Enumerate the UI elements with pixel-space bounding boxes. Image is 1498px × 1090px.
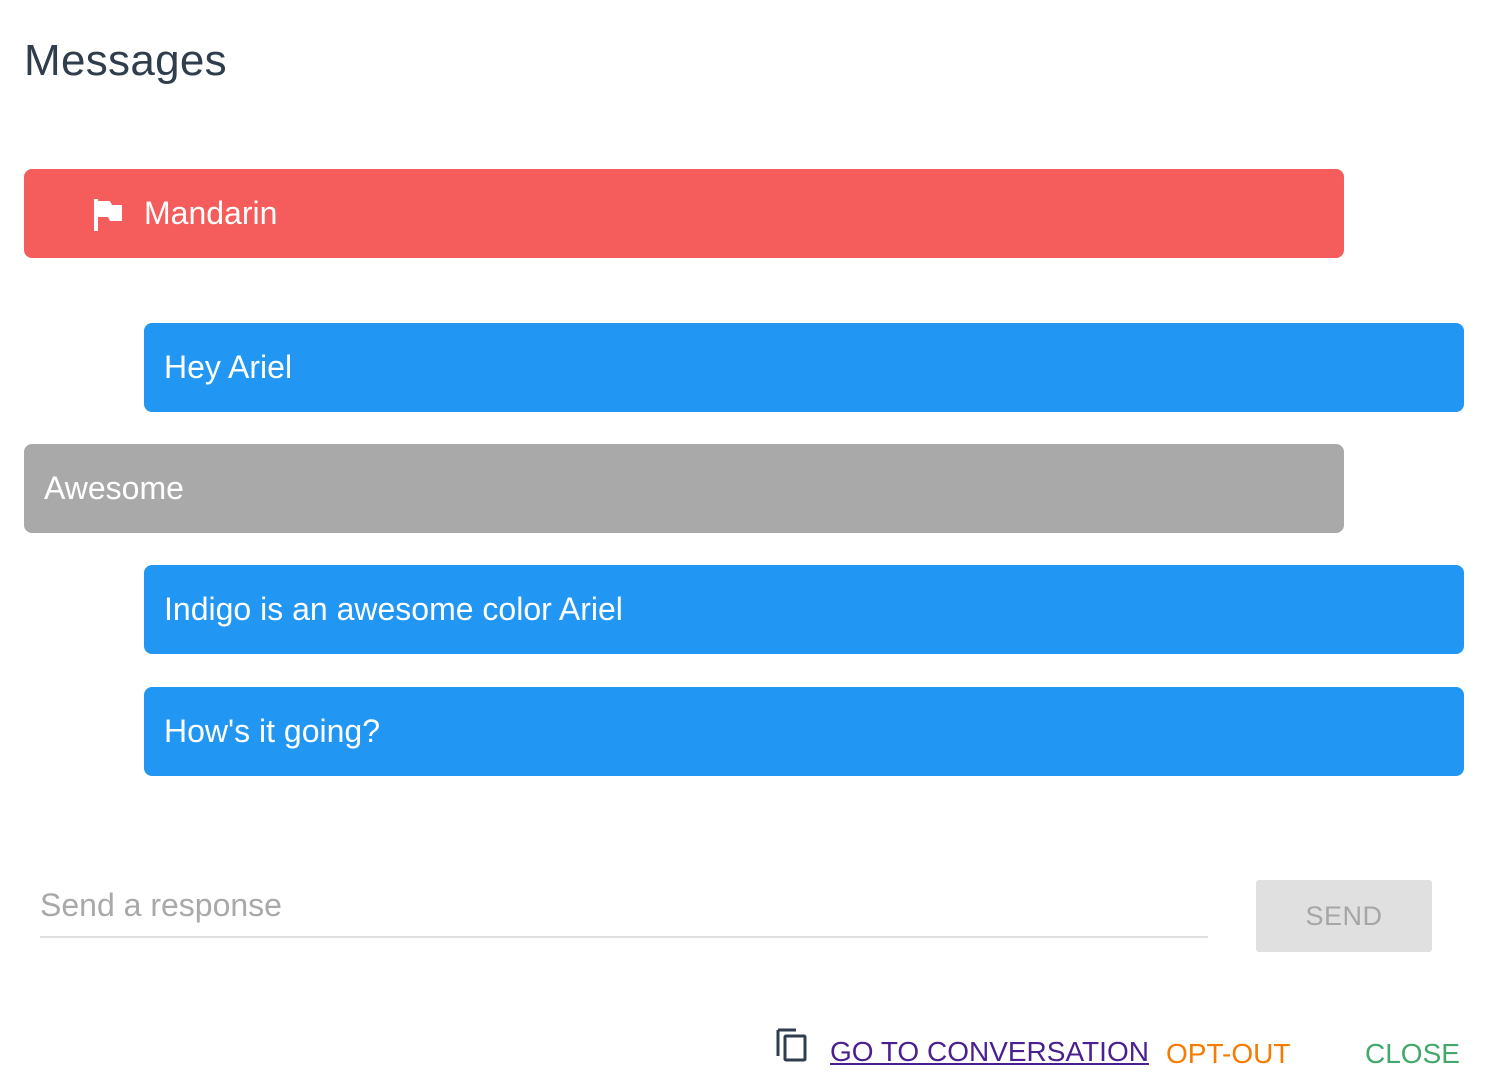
response-field bbox=[40, 876, 1208, 938]
opt-out-button[interactable]: OPT-OUT bbox=[1166, 1038, 1290, 1070]
outgoing-message: Indigo is an awesome color Ariel bbox=[144, 565, 1464, 654]
outgoing-message: How's it going? bbox=[144, 687, 1464, 776]
incoming-message: Awesome bbox=[24, 444, 1344, 533]
message-text: Hey Ariel bbox=[164, 349, 293, 385]
message-text: How's it going? bbox=[164, 713, 380, 749]
outgoing-message: Hey Ariel bbox=[144, 323, 1464, 412]
send-button[interactable]: SEND bbox=[1256, 880, 1432, 952]
page-title: Messages bbox=[24, 36, 227, 85]
flag-icon bbox=[94, 199, 122, 231]
flagged-message: Mandarin bbox=[24, 169, 1344, 258]
go-to-conversation-link[interactable]: GO TO CONVERSATION bbox=[830, 1036, 1149, 1068]
dialog-actions: GO TO CONVERSATION OPT-OUT CLOSE bbox=[0, 1022, 1498, 1082]
close-button[interactable]: CLOSE bbox=[1365, 1038, 1460, 1070]
response-input[interactable] bbox=[40, 876, 1208, 934]
message-text: Indigo is an awesome color Ariel bbox=[164, 591, 623, 627]
message-text: Mandarin bbox=[144, 195, 278, 231]
message-text: Awesome bbox=[44, 470, 184, 506]
copy-icon[interactable] bbox=[774, 1024, 810, 1064]
messages-dialog: Messages Mandarin Hey Ariel Awesome Indi… bbox=[0, 0, 1498, 1090]
